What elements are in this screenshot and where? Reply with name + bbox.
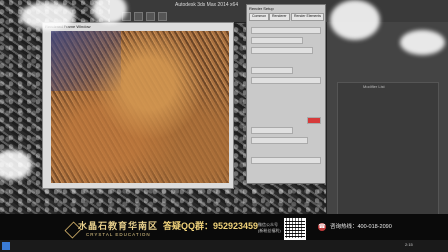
brand-name-cn: 水晶石教育华南区 [78, 221, 159, 231]
qq-group: 答疑QQ群：952923459 [163, 221, 259, 231]
dialog-field[interactable] [251, 137, 308, 144]
dialog-field[interactable] [251, 37, 303, 44]
dialog-field[interactable] [251, 157, 321, 164]
dialog-field[interactable] [251, 47, 313, 54]
dialog-title: Render Setup [249, 6, 274, 11]
hotline: 咨询热线：400-018-2090 [330, 224, 392, 230]
toolbar-select-icon[interactable] [134, 12, 143, 21]
modifier-stack[interactable] [337, 82, 439, 224]
modifier-list-label: Modifier List [363, 84, 385, 89]
wechat-label: 微信公众号 (新粉丝福利) [258, 222, 281, 234]
taskbar-clock: 2:15 [405, 242, 413, 247]
toolbar-rotate-icon[interactable] [158, 12, 167, 21]
dialog-field[interactable] [251, 77, 321, 84]
rendered-image [51, 31, 229, 183]
render-shadow [51, 31, 121, 91]
brand-name-en: CRYSTAL EDUCATION [86, 232, 151, 237]
tab-renderer[interactable]: Renderer [269, 13, 290, 21]
dialog-field[interactable] [251, 127, 293, 134]
tab-render-elements[interactable]: Render Elements [291, 13, 325, 21]
dialog-red-swatch[interactable] [307, 117, 321, 124]
overlay-artifact [330, 0, 380, 40]
overlay-artifact [20, 2, 75, 30]
toolbar-move-icon[interactable] [146, 12, 155, 21]
start-icon[interactable] [2, 242, 10, 250]
wechat-qr-pattern [284, 218, 304, 238]
render-setup-dialog[interactable]: Render Setup Common Renderer Render Elem… [246, 4, 326, 184]
dialog-field[interactable] [251, 67, 293, 74]
app-title: Autodesk 3ds Max 2014 x64 [175, 2, 239, 8]
wechat-label-2: (新粉丝福利) [258, 228, 281, 233]
render-frame-window[interactable]: Rendered Frame Window [42, 22, 234, 189]
phone-icon: ☎ [318, 223, 326, 231]
overlay-artifact [400, 30, 445, 55]
dialog-field[interactable] [251, 27, 321, 34]
tab-common[interactable]: Common [249, 13, 270, 21]
taskbar [0, 240, 448, 252]
